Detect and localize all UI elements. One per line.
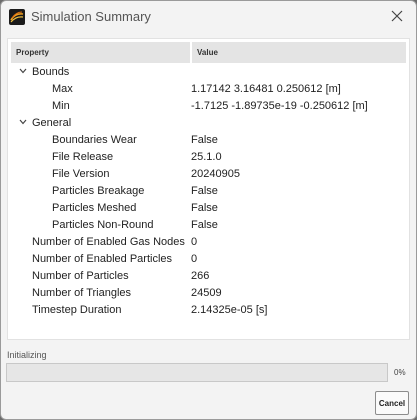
cancel-button[interactable]: Cancel [375,391,409,415]
table-row[interactable]: Particles Non-Round False [8,217,409,234]
table-row[interactable]: General [8,115,409,132]
table-row[interactable]: Bounds [8,64,409,81]
table-row[interactable]: Number of Particles 266 [8,268,409,285]
property-value: 266 [191,270,210,282]
property-value: 0 [191,236,198,248]
chevron-down-icon[interactable] [18,117,28,127]
table-row[interactable]: Number of Enabled Gas Nodes 0 [8,234,409,251]
property-value: 2.14325e-05 [s] [191,304,268,316]
table-row[interactable]: Particles Meshed False [8,200,409,217]
property-label: Particles Breakage [52,185,145,197]
progress-bar [6,363,388,382]
table-row[interactable]: Particles Breakage False [8,183,409,200]
property-value: 1.17142 3.16481 0.250612 [m] [191,83,341,95]
property-rows: Bounds Max 1.17142 3.16481 0.250612 [m] Min… [8,64,409,319]
table-row[interactable]: Max 1.17142 3.16481 0.250612 [m] [8,81,409,98]
property-label: Boundaries Wear [52,134,137,146]
simulation-summary-dialog: Simulation Summary Property Value Bounds… [0,0,417,420]
table-row[interactable]: File Version 20240905 [8,166,409,183]
table-row[interactable]: Number of Triangles 24509 [8,285,409,302]
progress-percent: 0% [394,368,406,377]
table-row[interactable]: Timestep Duration 2.14325e-05 [s] [8,302,409,319]
table-row[interactable]: Boundaries Wear False [8,132,409,149]
property-label: Number of Triangles [32,287,132,299]
table-row[interactable]: Min -1.7125 -1.89735e-19 -0.250612 [m] [8,98,409,115]
window-title: Simulation Summary [31,9,151,24]
property-label: Max [52,83,73,95]
property-value: False [191,185,218,197]
close-icon [391,10,403,22]
property-value: -1.7125 -1.89735e-19 -0.250612 [m] [191,100,368,112]
property-label: Timestep Duration [32,304,122,316]
property-value: 24509 [191,287,222,299]
property-label: Particles Meshed [52,202,137,214]
property-value: False [191,134,218,146]
property-value: False [191,219,218,231]
property-value: 25.1.0 [191,151,222,163]
close-button[interactable] [388,7,406,25]
property-value: False [191,202,218,214]
property-label: Particles Non-Round [52,219,154,231]
table-row[interactable]: File Release 25.1.0 [8,149,409,166]
property-label: Bounds [32,66,70,78]
column-header-property[interactable]: Property [11,42,190,63]
column-header-value[interactable]: Value [192,42,406,63]
chevron-down-icon[interactable] [18,66,28,76]
table-row[interactable]: Number of Enabled Particles 0 [8,251,409,268]
title-bar: Simulation Summary [1,1,416,33]
property-label: General [32,117,72,129]
property-label: File Release [52,151,114,163]
property-value: 0 [191,253,198,265]
property-grid: Property Value Bounds Max 1.17142 3.16481 … [7,38,410,340]
property-label: File Version [52,168,110,180]
status-label: Initializing [7,350,47,360]
simulation-app-icon [9,9,25,25]
property-label: Number of Enabled Gas Nodes [32,236,185,248]
property-label: Min [52,100,70,112]
property-value: 20240905 [191,168,240,180]
property-label: Number of Particles [32,270,129,282]
property-label: Number of Enabled Particles [32,253,173,265]
grid-header: Property Value [11,42,408,64]
